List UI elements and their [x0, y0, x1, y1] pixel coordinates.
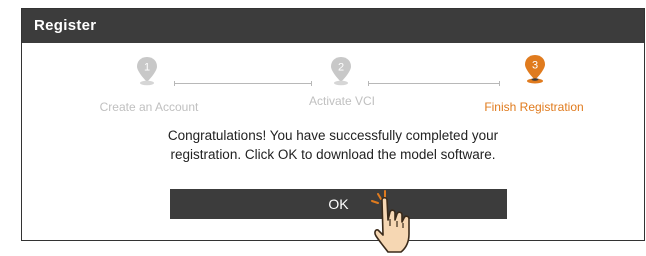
- pointing-hand-icon: [371, 190, 410, 253]
- registration-steps: 1 Create an Account 2 Activate VCI 3 Fin…: [22, 54, 644, 114]
- message-line-1: Congratulations! You have successfully c…: [167, 128, 499, 143]
- message-line-2: registration. Click OK to download the m…: [170, 147, 496, 162]
- step-connector-1: [174, 81, 312, 86]
- success-message: Congratulations! You have successfully c…: [22, 126, 644, 164]
- step-1-label: Create an Account: [99, 100, 199, 114]
- register-dialog: Register 1 Create an Account 2 Activate …: [21, 8, 645, 241]
- step-2-label: Activate VCI: [308, 94, 376, 108]
- step-2-pin-icon: 2: [331, 57, 351, 86]
- step-1-number: 1: [144, 62, 150, 74]
- step-3-number: 3: [532, 60, 538, 72]
- step-1-pin-icon: 1: [137, 57, 157, 86]
- step-3-label: Finish Registration: [484, 100, 584, 114]
- step-connector-2: [368, 81, 500, 86]
- step-2-number: 2: [338, 62, 344, 74]
- dialog-title: Register: [22, 9, 644, 43]
- step-3-pin-icon: 3: [525, 55, 545, 84]
- ok-button[interactable]: OK: [170, 189, 507, 219]
